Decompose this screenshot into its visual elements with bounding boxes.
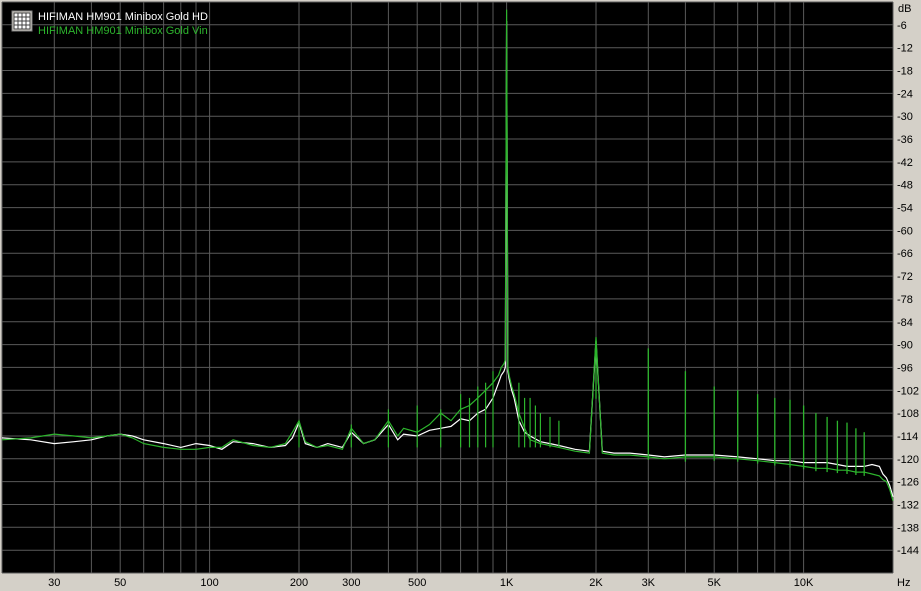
legend-icon [11, 10, 33, 32]
x-tick-label: 5K [707, 577, 721, 589]
y-tick-label: -90 [897, 340, 913, 352]
spectrum-chart: -6 -12 -18 -24 -30 -36 -42 -48 -54 -60 -66 -72 -78 -8… [0, 0, 921, 591]
y-tick-label: -36 [897, 134, 913, 146]
y-tick-label: -132 [897, 500, 919, 512]
y-tick-label: -66 [897, 248, 913, 260]
y-tick-label: -12 [897, 43, 913, 55]
y-tick-label: -78 [897, 294, 913, 306]
y-tick-label: -60 [897, 225, 913, 237]
y-tick-label: -18 [897, 66, 913, 78]
y-tick-label: -114 [897, 431, 918, 443]
y-tick-label: -126 [897, 477, 919, 489]
y-tick-label: -108 [897, 408, 919, 420]
y-tick-label: -6 [897, 20, 907, 32]
x-tick-label: 100 [200, 577, 218, 589]
x-tick-label: 500 [408, 577, 426, 589]
x-tick-label: 10K [794, 577, 814, 589]
y-tick-label: -144 [897, 545, 919, 557]
x-tick-label: 30 [48, 577, 60, 589]
y-tick-label: -84 [897, 317, 913, 329]
y-tick-label: -96 [897, 362, 913, 374]
y-tick-label: -120 [897, 454, 919, 466]
x-tick-label: 1K [500, 577, 514, 589]
y-tick-label: -72 [897, 271, 913, 283]
plot-area [2, 2, 893, 573]
y-tick-label: -30 [897, 111, 913, 123]
y-tick-label: -24 [897, 88, 913, 100]
x-tick-label: 50 [114, 577, 126, 589]
y-tick-label: -42 [897, 157, 913, 169]
y-tick-label: -48 [897, 180, 913, 192]
x-tick-label: 2K [589, 577, 603, 589]
legend-entry-hd: HIFIMAN HM901 Minibox Gold HD [38, 11, 208, 23]
y-tick-label: -102 [897, 385, 919, 397]
y-tick-label: -54 [897, 203, 913, 215]
legend-entry-vin: HIFIMAN HM901 Minibox Gold Vin [38, 25, 208, 37]
y-unit-label: dB [898, 3, 911, 15]
x-unit-label: Hz [897, 577, 910, 589]
x-tick-label: 200 [290, 577, 308, 589]
y-tick-label: -138 [897, 522, 919, 534]
x-tick-label: 3K [642, 577, 656, 589]
x-tick-label: 300 [342, 577, 360, 589]
